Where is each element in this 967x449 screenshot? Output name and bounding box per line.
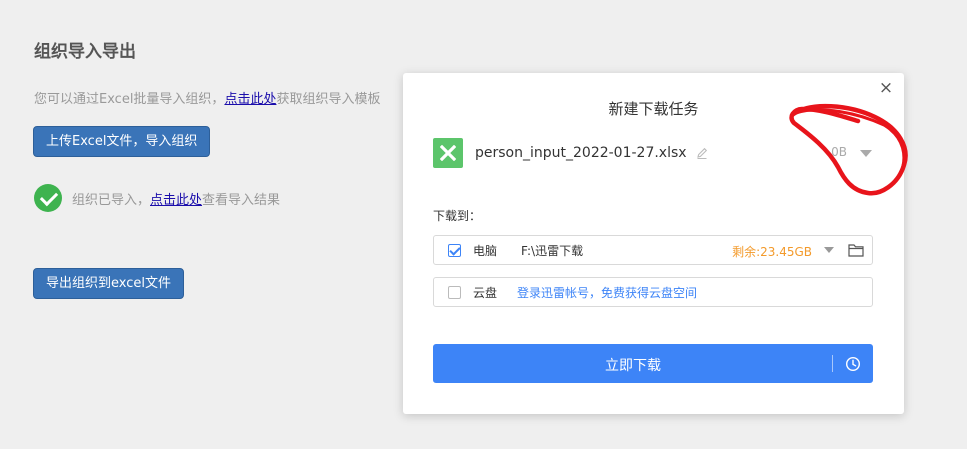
save-to-label: 下载到： — [433, 209, 482, 223]
free-space: 剩余:23.45GB — [732, 245, 812, 259]
import-status-prefix: 组织已导入， — [72, 192, 151, 208]
import-status-suffix: 查看导入结果 — [202, 192, 281, 208]
file-name: person_input_2022-01-27.xlsx — [475, 145, 687, 161]
path-dropdown-icon[interactable] — [824, 247, 834, 253]
export-excel-button[interactable]: 导出组织到excel文件 — [33, 268, 184, 299]
target-cloud-row[interactable]: 云盘 登录迅雷帐号，免费获得云盘空间 — [433, 277, 873, 307]
view-result-link[interactable]: 点击此处 — [150, 193, 202, 208]
page-title: 组织导入导出 — [34, 42, 136, 62]
excel-file-icon — [433, 138, 463, 168]
upload-excel-button[interactable]: 上传Excel文件，导入组织 — [33, 126, 211, 157]
cloud-login-link[interactable]: 登录迅雷帐号，免费获得云盘空间 — [517, 284, 697, 301]
file-size: 0B — [831, 145, 847, 159]
download-now-button[interactable]: 立即下载 — [433, 344, 873, 383]
import-status: 组织已导入，点击此处查看导入结果 — [34, 184, 280, 212]
import-description: 您可以通过Excel批量导入组织，点击此处获取组织导入模板 — [34, 88, 404, 107]
check-circle-icon — [34, 184, 62, 212]
pc-path: F:\迅雷下载 — [521, 243, 584, 258]
pc-checkbox[interactable] — [448, 243, 461, 257]
cloud-checkbox[interactable] — [448, 285, 461, 299]
dialog-title: 新建下载任务 — [608, 100, 699, 118]
template-download-link[interactable]: 点击此处 — [224, 92, 276, 107]
chevron-down-icon[interactable] — [860, 150, 872, 157]
download-dialog: × 新建下载任务 person_input_2022-01-27.xlsx 0B… — [403, 73, 904, 414]
download-now-label: 立即下载 — [605, 358, 661, 374]
pencil-icon[interactable] — [695, 146, 709, 160]
import-description-suffix: 获取组织导入模板 — [276, 92, 381, 107]
button-divider — [832, 355, 833, 372]
clock-icon[interactable] — [845, 356, 861, 372]
target-pc-row[interactable]: 电脑 F:\迅雷下载 剩余:23.45GB — [433, 235, 873, 265]
file-row: person_input_2022-01-27.xlsx 0B — [433, 138, 874, 168]
close-icon[interactable]: × — [878, 80, 894, 97]
cloud-label: 云盘 — [473, 285, 498, 300]
import-description-prefix: 您可以通过Excel批量导入组织， — [34, 92, 225, 107]
pc-label: 电脑 — [473, 243, 498, 258]
folder-icon[interactable] — [848, 243, 864, 257]
